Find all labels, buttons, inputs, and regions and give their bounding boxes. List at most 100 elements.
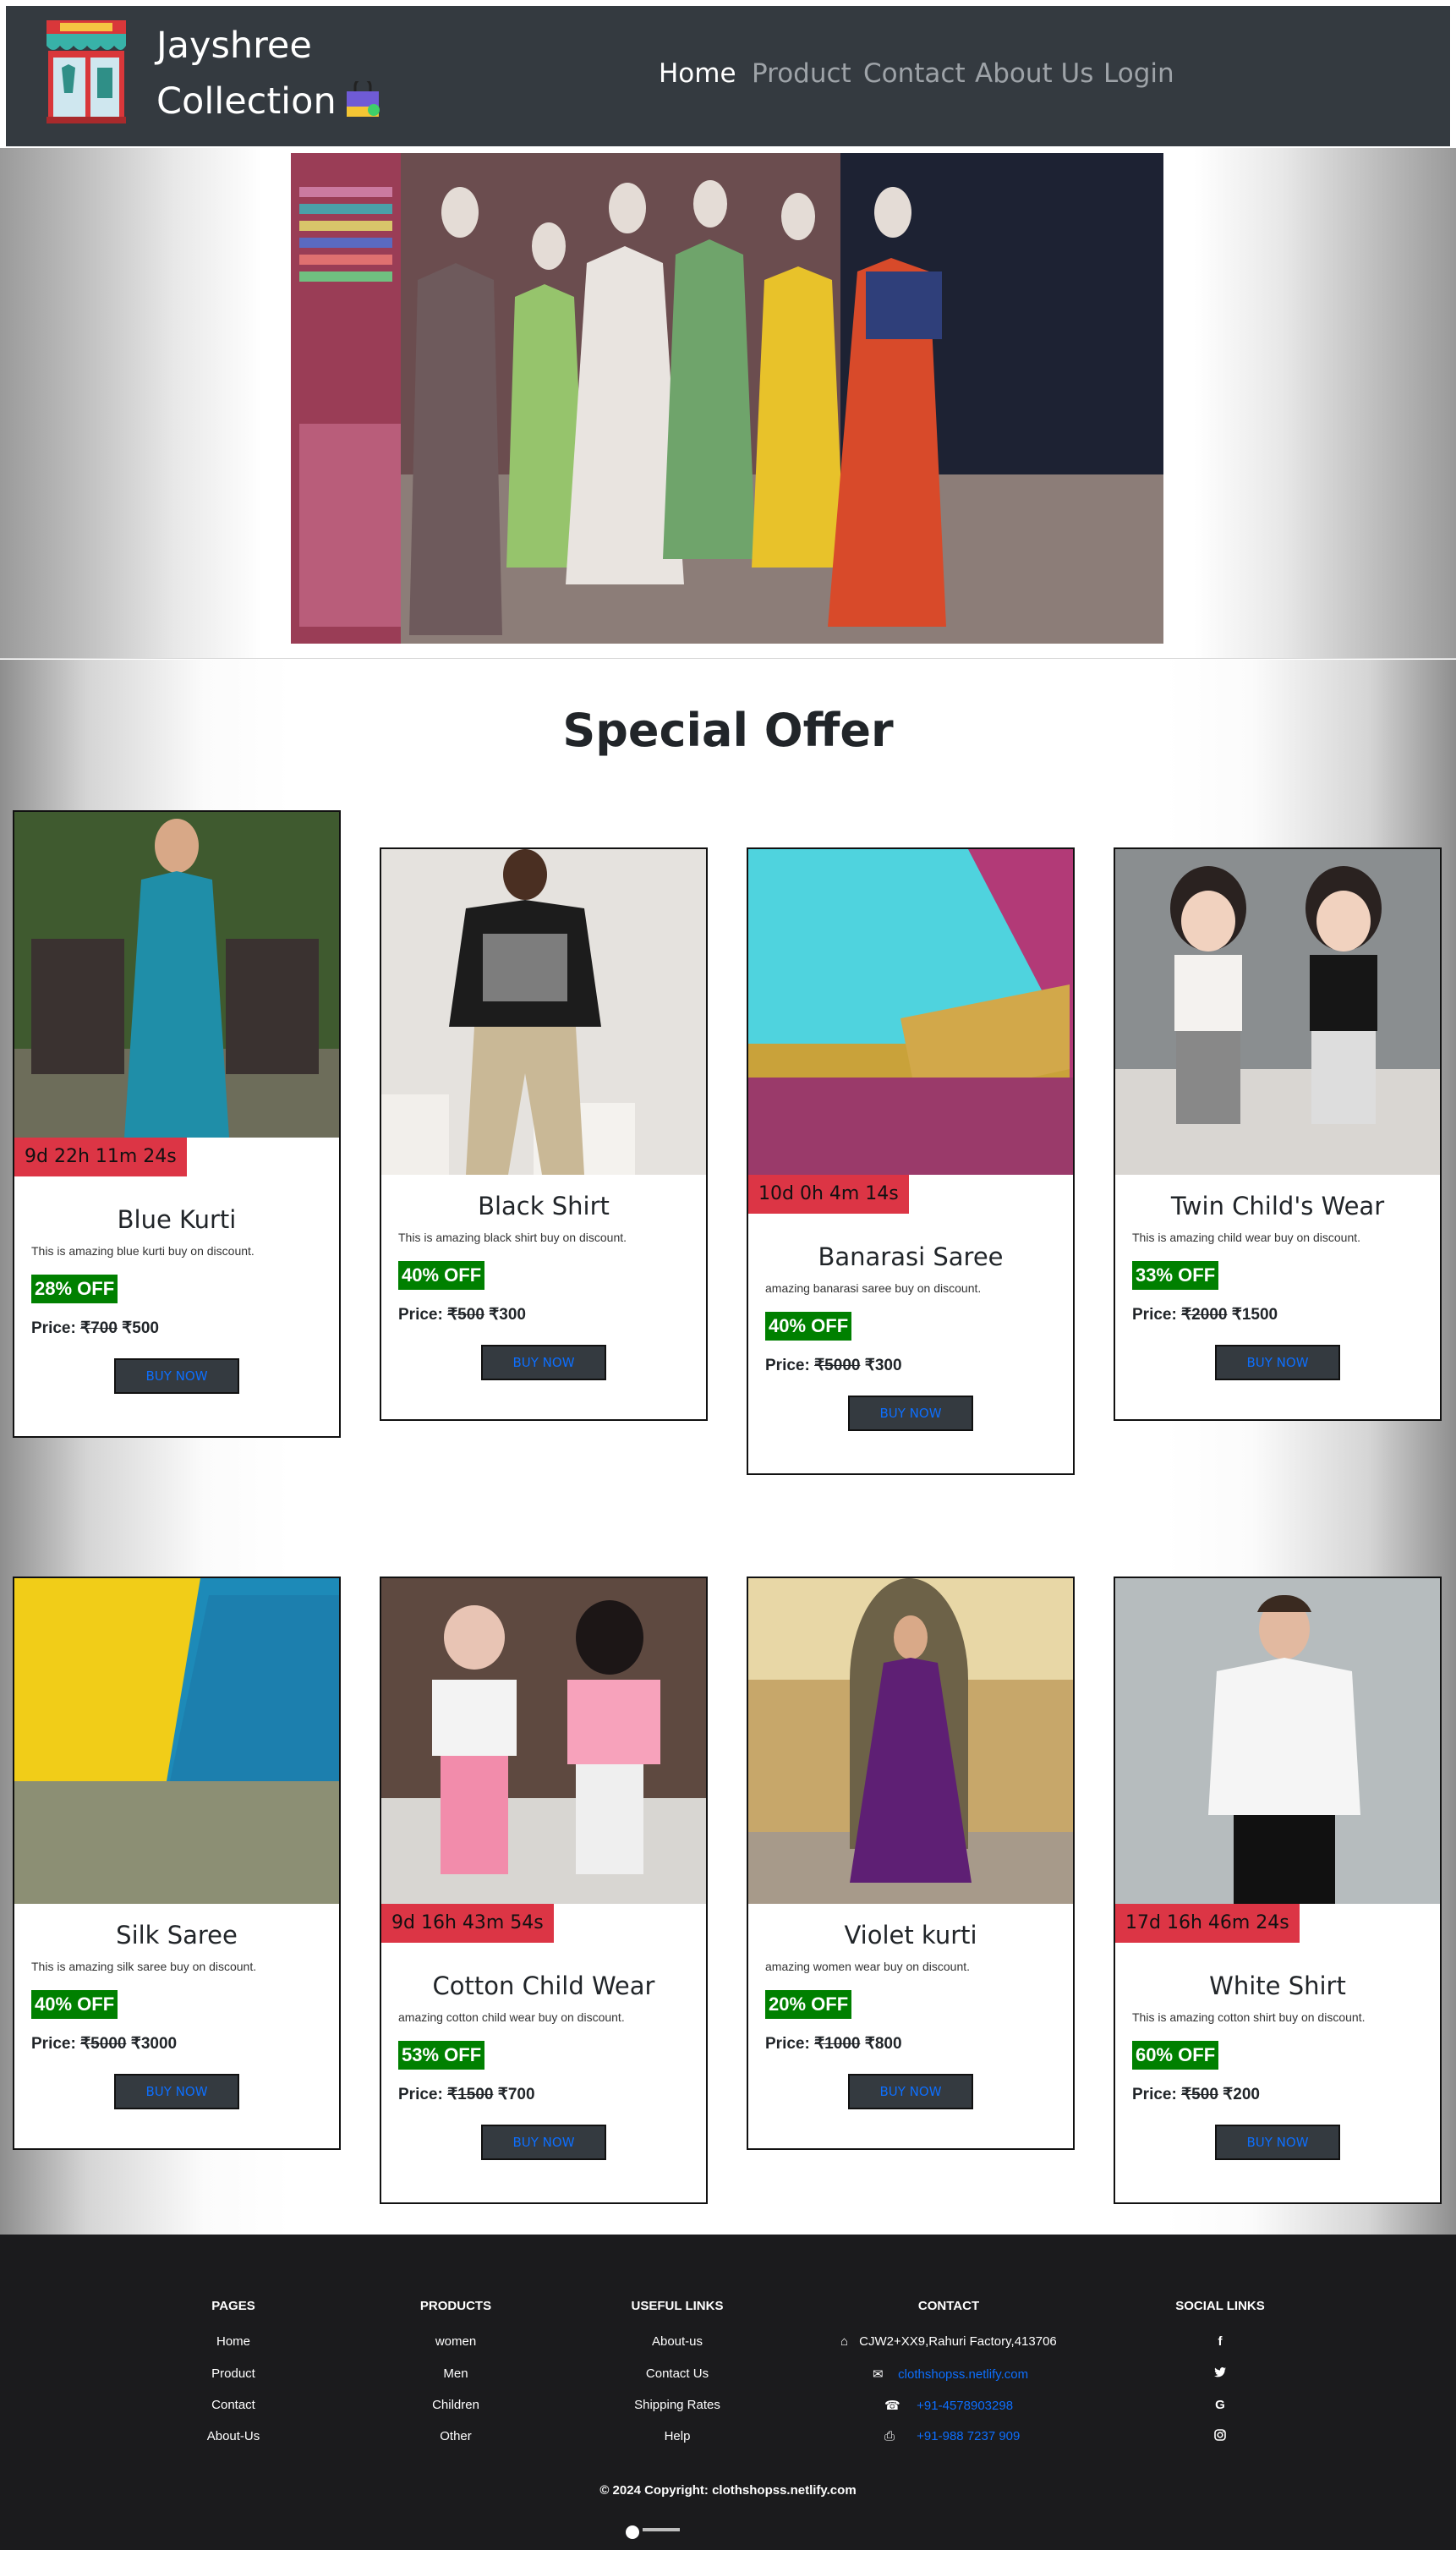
product-image[interactable] [1115,849,1440,1175]
product-image[interactable] [14,812,339,1138]
discount-badge: 40% OFF [765,1312,852,1341]
special-offer-title: Special Offer [562,704,894,757]
footer-link-about[interactable]: About-us [567,2334,787,2349]
product-description: This is amazing cotton shirt buy on disc… [1132,2010,1366,2024]
footer-link-help[interactable]: Help [567,2429,787,2443]
nav-about-us[interactable]: About Us [975,58,1093,89]
countdown-timer: 10d 0h 4m 14s [748,1175,909,1214]
footer-link-shipping[interactable]: Shipping Rates [567,2398,787,2412]
brand-line-1: Jayshree [156,25,312,67]
envelope-icon: ✉ [873,2367,884,2382]
footer-useful-heading: USEFUL LINKS [631,2299,724,2313]
countdown-timer: 9d 22h 11m 24s [14,1138,187,1176]
product-card-twin-childs-wear: Twin Child's Wear This is amazing child … [1114,847,1442,1421]
footer-link-contact-us[interactable]: Contact Us [567,2366,787,2381]
buy-now-button[interactable]: BUY NOW [848,1396,973,1431]
countdown-timer: 17d 16h 46m 24s [1115,1904,1300,1943]
product-price: Price: ₹5000 ₹3000 [31,2035,178,2053]
discount-badge: 28% OFF [31,1275,118,1303]
carousel-indicator[interactable] [624,2524,683,2545]
footer-website: ✉ clothshopss.netlify.com [873,2367,1029,2382]
buy-now-button[interactable]: BUY NOW [1215,2125,1340,2160]
store-logo-icon[interactable] [43,17,129,125]
footer-pages-heading: PAGES [211,2299,255,2313]
product-description: amazing banarasi saree buy on discount. [765,1281,982,1295]
product-price: Price: ₹2000 ₹1500 [1132,1306,1278,1324]
footer-link-children[interactable]: Children [346,2398,566,2412]
product-image[interactable] [748,1578,1073,1904]
product-card-cotton-child-wear: 9d 16h 43m 54s Cotton Child Wear amazing… [380,1577,708,2204]
product-card-silk-saree: Silk Saree This is amazing silk saree bu… [13,1577,341,2150]
buy-now-button[interactable]: BUY NOW [481,2125,606,2160]
product-name: Violet kurti [844,1921,977,1950]
nav-home[interactable]: Home [659,58,736,89]
product-description: amazing women wear buy on discount. [765,1960,971,1973]
discount-badge: 20% OFF [765,1990,852,2019]
instagram-icon[interactable] [1110,2429,1330,2444]
nav-product[interactable]: Product [752,58,851,89]
footer-fax: ⎙ +91-988 7237 909 [884,2429,1021,2443]
discount-badge: 53% OFF [398,2041,485,2070]
brand-line-2: Collection [156,80,337,123]
discount-badge: 60% OFF [1132,2041,1219,2070]
navbar: Jayshree Collection Home Product Contact… [6,6,1450,146]
google-icon[interactable]: G [1110,2398,1330,2412]
footer-link-men[interactable]: Men [346,2366,566,2381]
product-name: Blue Kurti [117,1205,237,1234]
product-card-banarasi-saree: 10d 0h 4m 14s Banarasi Saree amazing ban… [747,847,1075,1475]
hero-store-image [291,153,1163,644]
product-card-white-shirt: 17d 16h 46m 24s White Shirt This is amaz… [1114,1577,1442,2204]
twitter-icon[interactable] [1110,2366,1330,2381]
buy-now-button[interactable]: BUY NOW [114,1358,239,1394]
footer-social-heading: SOCIAL LINKS [1175,2299,1265,2313]
product-card-blue-kurti: 9d 22h 11m 24s Blue Kurti This is amazin… [13,810,341,1438]
nav-contact[interactable]: Contact [863,58,966,89]
footer-link-home[interactable]: Home [123,2334,343,2349]
buy-now-button[interactable]: BUY NOW [114,2074,239,2109]
product-image[interactable] [14,1578,339,1904]
phone-icon: ☎ [884,2399,900,2413]
product-name: Twin Child's Wear [1170,1192,1385,1220]
copyright-text: © 2024 Copyright: clothshopss.netlify.co… [599,2483,857,2498]
footer-link-contact[interactable]: Contact [123,2398,343,2412]
product-image[interactable] [1115,1578,1440,1904]
footer-address: ⌂ CJW2+XX9,Rahuri Factory,413706 [840,2334,1057,2349]
product-card-black-shirt: Black Shirt This is amazing black shirt … [380,847,708,1421]
footer-link-product[interactable]: Product [123,2366,343,2381]
buy-now-button[interactable]: BUY NOW [481,1345,606,1380]
brand-name[interactable]: Jayshree Collection [156,18,384,129]
product-description: This is amazing blue kurti buy on discou… [31,1244,255,1258]
footer-link-women[interactable]: women [346,2334,566,2349]
footer-link-about-us[interactable]: About-Us [123,2429,343,2443]
product-name: Silk Saree [116,1921,238,1950]
countdown-timer: 9d 16h 43m 54s [381,1904,554,1943]
discount-badge: 40% OFF [31,1990,118,2019]
shopping-bag-icon [342,77,384,117]
product-image[interactable] [381,849,706,1175]
footer-link-other[interactable]: Other [346,2429,566,2443]
buy-now-button[interactable]: BUY NOW [848,2074,973,2109]
footer [0,2235,1456,2550]
product-name: White Shirt [1209,1971,1346,2000]
printer-icon: ⎙ [884,2429,895,2443]
hero-divider [0,658,1456,659]
facebook-icon[interactable]: f [1110,2334,1330,2349]
footer-products-heading: PRODUCTS [419,2299,492,2313]
product-name: Black Shirt [478,1192,610,1220]
product-description: amazing cotton child wear buy on discoun… [398,2010,625,2024]
product-image[interactable] [381,1578,706,1904]
product-image[interactable] [748,849,1073,1175]
product-price: Price: ₹500 ₹200 [1132,2086,1260,2103]
buy-now-button[interactable]: BUY NOW [1215,1345,1340,1380]
product-price: Price: ₹500 ₹300 [398,1306,526,1324]
product-description: This is amazing child wear buy on discou… [1132,1231,1361,1244]
product-price: Price: ₹5000 ₹300 [765,1357,902,1374]
discount-badge: 40% OFF [398,1261,485,1290]
product-price: Price: ₹1000 ₹800 [765,2035,902,2053]
nav-login[interactable]: Login [1103,58,1174,89]
product-card-violet-kurti: Violet kurti amazing women wear buy on d… [747,1577,1075,2150]
discount-badge: 33% OFF [1132,1261,1219,1290]
home-icon: ⌂ [840,2334,849,2349]
product-name: Banarasi Saree [818,1242,1004,1271]
product-name: Cotton Child Wear [432,1971,655,2000]
